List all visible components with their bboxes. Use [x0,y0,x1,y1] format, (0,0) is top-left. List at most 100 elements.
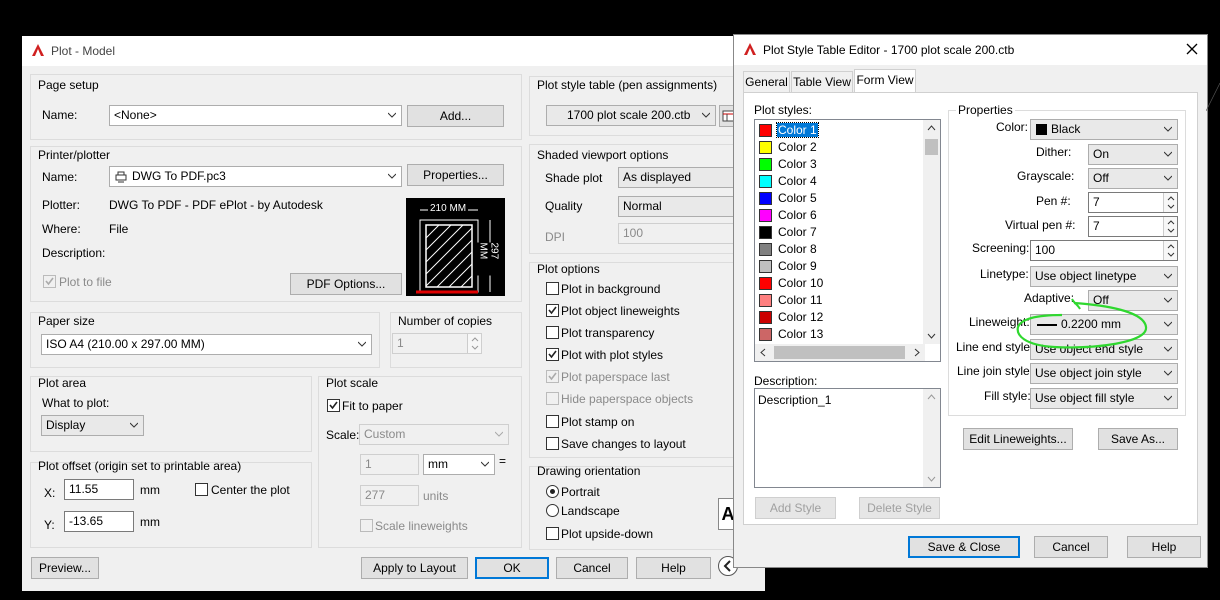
plot-option-checkbox[interactable] [546,370,559,383]
pen-input[interactable]: 7 [1088,192,1178,213]
editor-titlebar[interactable]: Plot Style Table Editor - 1700 plot scal… [734,35,1207,65]
style-name: Color 4 [778,174,817,188]
h-scrollbar-thumb[interactable] [774,346,905,359]
plot-option-checkbox[interactable] [546,282,559,295]
vertical-scrollbar[interactable] [923,120,940,344]
tab-general[interactable]: General [743,71,790,93]
plotter-label: Plotter: [42,198,81,212]
grayscale-label: Grayscale: [1017,169,1075,183]
plot-style-item[interactable]: Color 12 [757,309,917,326]
plot-style-item[interactable]: Color 2 [757,139,917,156]
style-color-swatch [759,328,772,341]
plot-style-item[interactable]: Color 4 [757,173,917,190]
line-join-style-select[interactable]: Use object join style [1030,363,1178,384]
plot-option-checkbox[interactable] [546,304,559,317]
offset-y-input[interactable]: -13.65 [64,511,134,532]
scale-lineweights-checkbox[interactable] [360,519,373,532]
fill-style-select[interactable]: Use object fill style [1030,388,1178,409]
plot-option-label: Plot stamp on [561,415,635,429]
plot-option-checkbox[interactable] [546,326,559,339]
plot-style-item[interactable]: Color 1 [757,122,917,139]
plot-option-checkbox[interactable] [546,392,559,405]
close-icon[interactable] [1186,43,1198,55]
linetype-select[interactable]: Use object linetype [1030,266,1178,287]
apply-to-layout-button[interactable]: Apply to Layout [361,557,468,579]
check-icon [548,372,557,381]
plot-style-item[interactable]: Color 10 [757,275,917,292]
help-button[interactable]: Help [636,557,711,579]
virtual-pen-input[interactable]: 7 [1088,216,1178,237]
edit-lineweights-button[interactable]: Edit Lineweights... [963,428,1073,450]
scale-unit-select[interactable]: mm [423,454,495,475]
plot-style-item[interactable]: Color 3 [757,156,917,173]
portrait-radio[interactable] [546,485,559,498]
plot-option-checkbox[interactable] [546,348,559,361]
plot-style-item[interactable]: Color 9 [757,258,917,275]
where-label: Where: [42,222,81,236]
copies-spinner[interactable] [467,334,481,353]
chevron-down-icon [130,422,138,428]
paper-size-select[interactable]: ISO A4 (210.00 x 297.00 MM) [41,334,372,355]
plot-styles-list[interactable]: Color 1 Color 2 Color 3 Color 4 Color 5 Color… [754,119,941,362]
description-scrollbar[interactable] [923,389,940,487]
fit-to-paper-checkbox[interactable] [327,399,340,412]
add-button[interactable]: Add... [407,105,504,127]
delete-style-button[interactable]: Delete Style [859,497,940,519]
shaded-viewport-title: Shaded viewport options [537,148,669,162]
upside-down-checkbox[interactable] [546,527,559,540]
plot-style-item[interactable]: Color 13 [757,326,917,343]
plot-offset-group [30,462,312,548]
add-style-button[interactable]: Add Style [755,497,836,519]
autocad-logo-icon [32,44,44,56]
scale-select[interactable]: Custom [359,424,509,445]
color-select[interactable]: Black [1030,119,1178,140]
pdf-options-button[interactable]: PDF Options... [290,273,402,295]
plot-titlebar[interactable]: Plot - Model [22,36,765,66]
tab-form-view[interactable]: Form View [854,69,916,93]
grayscale-select[interactable]: Off [1088,168,1178,189]
screening-input[interactable]: 100 [1030,240,1178,261]
dither-select[interactable]: On [1088,144,1178,165]
tab-table-view[interactable]: Table View [791,71,853,93]
plot-option-label: Plot in background [561,282,661,296]
plot-style-item[interactable]: Color 5 [757,190,917,207]
scrollbar-thumb[interactable] [925,139,938,155]
copies-input[interactable]: 1 [392,333,482,354]
properties-button[interactable]: Properties... [407,164,504,186]
description-label: Description: [42,246,106,260]
plot-option-checkbox[interactable] [546,415,559,428]
save-close-button[interactable]: Save & Close [908,536,1020,558]
center-plot-checkbox[interactable] [195,483,208,496]
plot-to-file-checkbox[interactable] [43,275,56,288]
save-as-button[interactable]: Save As... [1098,428,1178,450]
cancel-button[interactable]: Cancel [556,557,628,579]
scale-numerator-input[interactable]: 1 [360,454,419,475]
plot-style-item[interactable]: Color 11 [757,292,917,309]
plot-style-item[interactable]: Color 7 [757,224,917,241]
what-to-plot-select[interactable]: Display [41,415,144,436]
screening-spinner[interactable] [1163,241,1177,260]
pen-spinner[interactable] [1163,193,1177,212]
plot-style-table-select[interactable]: 1700 plot scale 200.ctb [546,105,716,126]
fit-to-paper-label: Fit to paper [342,399,403,413]
offset-y-label: Y: [44,518,55,532]
check-icon [548,306,557,315]
scale-denominator-input[interactable]: 277 [360,485,419,506]
preview-button[interactable]: Preview... [31,557,99,579]
plot-style-item[interactable]: Color 8 [757,241,917,258]
page-setup-name-select[interactable]: <None> [109,105,402,126]
description-textarea[interactable]: Description_1 [754,388,941,488]
editor-help-button[interactable]: Help [1127,536,1201,558]
landscape-radio[interactable] [546,504,559,517]
plot-option-checkbox[interactable] [546,437,559,450]
virtual-pen-spinner[interactable] [1163,217,1177,236]
description-label: Description: [754,374,818,388]
horizontal-scrollbar[interactable] [755,344,925,361]
printer-name-select[interactable]: DWG To PDF.pc3 [109,166,402,187]
plot-style-item[interactable]: Color 6 [757,207,917,224]
offset-x-label: X: [44,486,56,500]
editor-cancel-button[interactable]: Cancel [1034,536,1108,558]
ok-button[interactable]: OK [475,557,549,579]
style-name: Color 2 [778,140,817,154]
offset-x-input[interactable]: 11.55 [64,479,134,500]
